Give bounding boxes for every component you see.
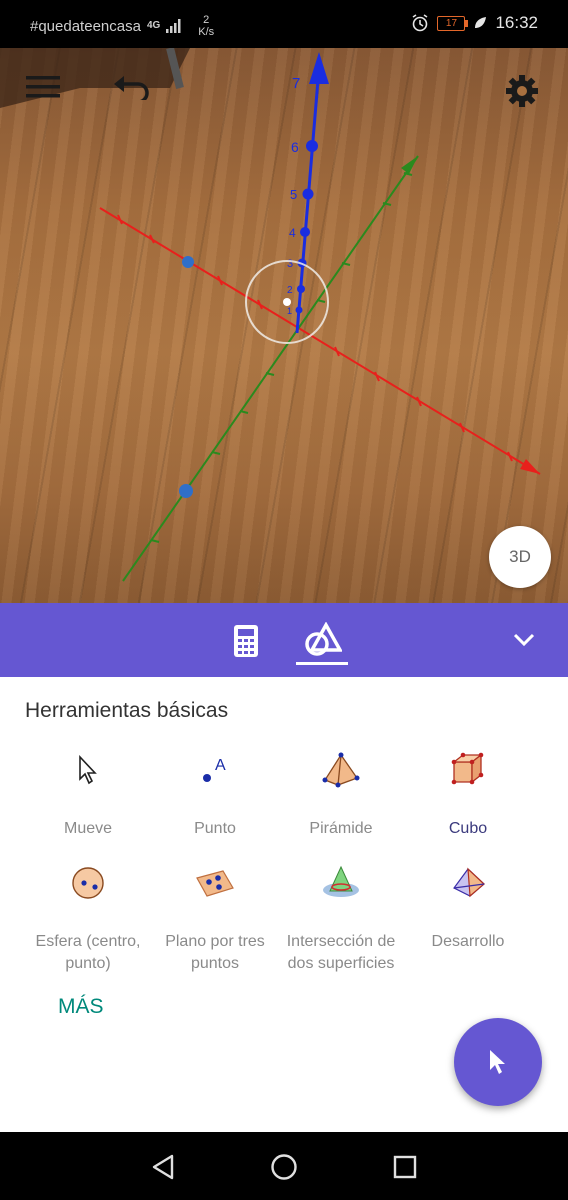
undo-button[interactable] (112, 74, 152, 104)
tool-label: Esfera (centro, punto) (35, 933, 141, 972)
recents-square-icon (393, 1155, 417, 1179)
battery-icon: 17 (437, 15, 469, 31)
tools-shapes-icon (305, 622, 342, 656)
collapse-panel-button[interactable] (508, 625, 540, 655)
status-bar: #quedateencasa 4G 2 K/s 17 16:32 (0, 0, 568, 48)
tool-sphere[interactable]: Esfera (centro, punto) (23, 857, 153, 975)
pointer-icon (490, 1050, 505, 1074)
gear-icon (506, 75, 538, 107)
tool-label: Pirámide (309, 820, 373, 837)
speed-unit: K/s (198, 26, 215, 38)
net-icon (453, 867, 485, 898)
tool-label: Mueve (63, 820, 113, 837)
tool-net[interactable]: Desarrollo (403, 857, 533, 953)
leaf-icon (475, 17, 487, 28)
tool-plane-three-points[interactable]: Plano por tres puntos (150, 857, 280, 975)
alarm-icon (413, 14, 428, 32)
z-tick-label: 6 (291, 139, 299, 155)
z-tick-label: 1 (287, 306, 292, 316)
nav-recents-button[interactable] (389, 1151, 421, 1183)
graphics-3d-canvas[interactable]: 1 2 3 4 5 6 7 (0, 48, 568, 603)
tab-selected-indicator (296, 662, 348, 665)
menu-icon (26, 76, 60, 98)
panel-title: Herramientas básicas (25, 699, 229, 722)
status-hashtag: #quedateencasa (30, 17, 141, 35)
tools-panel: Herramientas básicas Mueve A Punto Pirám… (0, 677, 568, 1132)
tool-point[interactable]: A Punto (150, 744, 280, 840)
point-a (182, 256, 194, 268)
tab-tools[interactable] (300, 619, 346, 659)
settings-button[interactable] (505, 74, 541, 110)
pyramid-icon (322, 752, 360, 788)
move-arrow-icon (79, 755, 97, 785)
nav-home-button[interactable] (268, 1151, 300, 1183)
ar-cursor-dot (283, 298, 291, 306)
system-navigation-bar (0, 1132, 568, 1200)
chevron-down-icon (513, 633, 535, 647)
move-tool-fab[interactable] (454, 1018, 542, 1106)
point-icon: A (203, 757, 226, 782)
intersection-surfaces-icon (323, 865, 359, 897)
z-axis-arrow (309, 52, 329, 84)
more-tools-link[interactable]: MÁS (58, 995, 104, 1019)
x-axis-arrow (520, 459, 540, 474)
y-axis (122, 155, 419, 582)
tool-move[interactable]: Mueve (23, 744, 153, 840)
z-tick-label: 5 (290, 187, 297, 202)
tool-label: Cubo (448, 820, 488, 837)
z-tick-label: 2 (287, 285, 293, 296)
signal-icon (166, 19, 181, 33)
plane-three-points-icon (196, 870, 234, 897)
z-tick-label: 4 (289, 226, 296, 240)
tool-cube[interactable]: Cubo (403, 744, 533, 840)
tool-label: Punto (194, 820, 236, 837)
tool-label: Intersección de dos superficies (286, 933, 396, 972)
nav-back-button[interactable] (148, 1152, 178, 1182)
z-tick-label: 3 (287, 258, 293, 270)
speed-value: 2 (203, 14, 210, 26)
cube-icon (451, 752, 484, 785)
ar-3d-view[interactable]: 1 2 3 4 5 6 7 3D (0, 48, 568, 603)
z-tick-label: 7 (292, 75, 300, 92)
tool-pyramid[interactable]: Pirámide (276, 744, 406, 840)
tab-bar (0, 603, 568, 677)
network-type: 4G (146, 20, 161, 31)
tool-label: Plano por tres puntos (165, 933, 265, 972)
svg-text:A: A (215, 757, 226, 774)
calculator-icon (234, 625, 258, 657)
view-3d-toggle-button[interactable]: 3D (489, 526, 551, 588)
tool-label: Desarrollo (431, 933, 505, 950)
back-triangle-icon (152, 1154, 174, 1180)
battery-level: 17 (445, 17, 458, 29)
z-axis (295, 67, 321, 334)
y-axis-arrow (401, 156, 418, 174)
undo-icon (114, 76, 149, 100)
tab-algebra[interactable] (226, 621, 266, 661)
home-circle-icon (271, 1154, 297, 1180)
tool-intersect-surfaces[interactable]: Intersección de dos superficies (276, 857, 406, 975)
x-axis (99, 207, 541, 475)
menu-button[interactable] (26, 74, 62, 104)
point-b (179, 484, 193, 498)
sphere-icon (72, 867, 104, 899)
status-time: 16:32 (495, 13, 538, 32)
